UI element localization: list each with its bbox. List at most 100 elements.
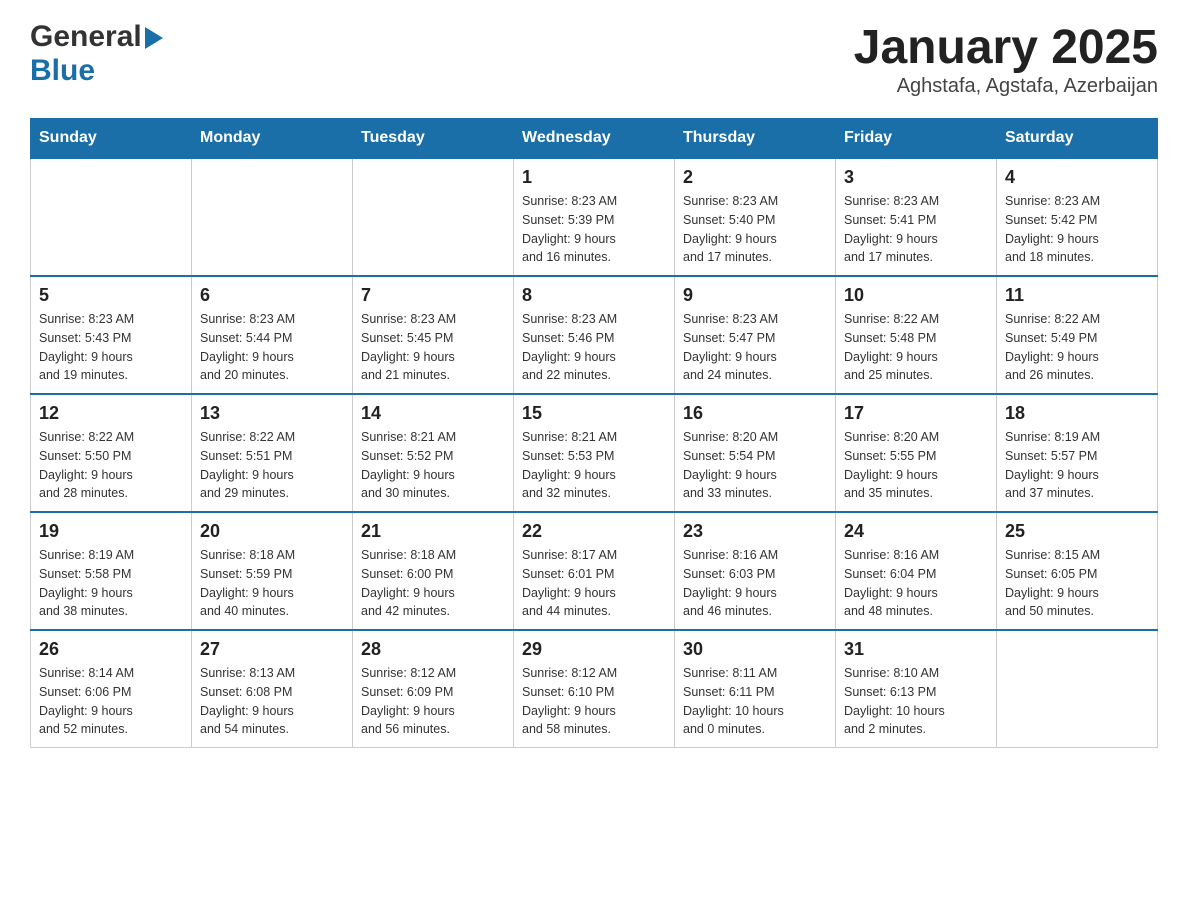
calendar-table: Sunday Monday Tuesday Wednesday Thursday… — [30, 118, 1158, 748]
table-row — [31, 158, 192, 276]
table-row: 18 Sunrise: 8:19 AMSunset: 5:57 PMDayligh… — [997, 394, 1158, 512]
table-row — [353, 158, 514, 276]
table-row: 31 Sunrise: 8:10 AMSunset: 6:13 PMDayligh… — [836, 630, 997, 748]
day-number: 17 — [844, 403, 988, 424]
calendar-week-row: 12 Sunrise: 8:22 AMSunset: 5:50 PMDayligh… — [31, 394, 1158, 512]
day-info: Sunrise: 8:23 AMSunset: 5:43 PMDaylight:… — [39, 310, 183, 385]
col-thursday: Thursday — [675, 119, 836, 159]
table-row: 6 Sunrise: 8:23 AMSunset: 5:44 PMDaylight… — [192, 276, 353, 394]
day-info: Sunrise: 8:18 AMSunset: 6:00 PMDaylight:… — [361, 546, 505, 621]
table-row: 24 Sunrise: 8:16 AMSunset: 6:04 PMDayligh… — [836, 512, 997, 630]
day-info: Sunrise: 8:18 AMSunset: 5:59 PMDaylight:… — [200, 546, 344, 621]
col-tuesday: Tuesday — [353, 119, 514, 159]
day-number: 30 — [683, 639, 827, 660]
table-row: 27 Sunrise: 8:13 AMSunset: 6:08 PMDayligh… — [192, 630, 353, 748]
day-number: 27 — [200, 639, 344, 660]
day-info: Sunrise: 8:21 AMSunset: 5:53 PMDaylight:… — [522, 428, 666, 503]
day-number: 6 — [200, 285, 344, 306]
logo-general-text: General — [30, 20, 142, 54]
day-info: Sunrise: 8:23 AMSunset: 5:42 PMDaylight:… — [1005, 192, 1149, 267]
table-row: 1 Sunrise: 8:23 AMSunset: 5:39 PMDaylight… — [514, 158, 675, 276]
table-row: 25Sunrise: 8:15 AMSunset: 6:05 PMDayligh… — [997, 512, 1158, 630]
day-info: Sunrise: 8:23 AMSunset: 5:45 PMDaylight:… — [361, 310, 505, 385]
logo-blue-text: Blue — [30, 54, 95, 87]
calendar-header-row: Sunday Monday Tuesday Wednesday Thursday… — [31, 119, 1158, 159]
day-number: 12 — [39, 403, 183, 424]
day-number: 1 — [522, 167, 666, 188]
day-info: Sunrise: 8:22 AMSunset: 5:50 PMDaylight:… — [39, 428, 183, 503]
day-number: 31 — [844, 639, 988, 660]
day-info: Sunrise: 8:16 AMSunset: 6:03 PMDaylight:… — [683, 546, 827, 621]
table-row: 26 Sunrise: 8:14 AMSunset: 6:06 PMDayligh… — [31, 630, 192, 748]
day-info: Sunrise: 8:10 AMSunset: 6:13 PMDaylight:… — [844, 664, 988, 739]
day-number: 5 — [39, 285, 183, 306]
day-number: 8 — [522, 285, 666, 306]
day-info: Sunrise: 8:12 AMSunset: 6:09 PMDaylight:… — [361, 664, 505, 739]
table-row: 2 Sunrise: 8:23 AMSunset: 5:40 PMDaylight… — [675, 158, 836, 276]
day-number: 22 — [522, 521, 666, 542]
day-number: 25 — [1005, 521, 1149, 542]
calendar-week-row: 26 Sunrise: 8:14 AMSunset: 6:06 PMDayligh… — [31, 630, 1158, 748]
day-info: Sunrise: 8:13 AMSunset: 6:08 PMDaylight:… — [200, 664, 344, 739]
table-row — [192, 158, 353, 276]
table-row: 15 Sunrise: 8:21 AMSunset: 5:53 PMDayligh… — [514, 394, 675, 512]
table-row: 8 Sunrise: 8:23 AMSunset: 5:46 PMDaylight… — [514, 276, 675, 394]
table-row: 16Sunrise: 8:20 AMSunset: 5:54 PMDayligh… — [675, 394, 836, 512]
day-info: Sunrise: 8:19 AMSunset: 5:57 PMDaylight:… — [1005, 428, 1149, 503]
day-number: 24 — [844, 521, 988, 542]
table-row: 17 Sunrise: 8:20 AMSunset: 5:55 PMDayligh… — [836, 394, 997, 512]
table-row: 10 Sunrise: 8:22 AMSunset: 5:48 PMDayligh… — [836, 276, 997, 394]
title-block: January 2025 Aghstafa, Agstafa, Azerbaij… — [854, 20, 1158, 98]
calendar-week-row: 1 Sunrise: 8:23 AMSunset: 5:39 PMDaylight… — [31, 158, 1158, 276]
day-info: Sunrise: 8:21 AMSunset: 5:52 PMDaylight:… — [361, 428, 505, 503]
table-row: 5 Sunrise: 8:23 AMSunset: 5:43 PMDaylight… — [31, 276, 192, 394]
day-info: Sunrise: 8:23 AMSunset: 5:47 PMDaylight:… — [683, 310, 827, 385]
col-saturday: Saturday — [997, 119, 1158, 159]
day-number: 19 — [39, 521, 183, 542]
day-number: 2 — [683, 167, 827, 188]
day-number: 29 — [522, 639, 666, 660]
day-info: Sunrise: 8:14 AMSunset: 6:06 PMDaylight:… — [39, 664, 183, 739]
day-number: 11 — [1005, 285, 1149, 306]
day-info: Sunrise: 8:16 AMSunset: 6:04 PMDaylight:… — [844, 546, 988, 621]
day-number: 26 — [39, 639, 183, 660]
day-info: Sunrise: 8:23 AMSunset: 5:46 PMDaylight:… — [522, 310, 666, 385]
day-info: Sunrise: 8:23 AMSunset: 5:40 PMDaylight:… — [683, 192, 827, 267]
col-sunday: Sunday — [31, 119, 192, 159]
day-number: 14 — [361, 403, 505, 424]
day-number: 21 — [361, 521, 505, 542]
table-row: 12 Sunrise: 8:22 AMSunset: 5:50 PMDayligh… — [31, 394, 192, 512]
table-row: 9 Sunrise: 8:23 AMSunset: 5:47 PMDaylight… — [675, 276, 836, 394]
page-subtitle: Aghstafa, Agstafa, Azerbaijan — [854, 75, 1158, 98]
table-row: 4Sunrise: 8:23 AMSunset: 5:42 PMDaylight… — [997, 158, 1158, 276]
table-row: 19Sunrise: 8:19 AMSunset: 5:58 PMDayligh… — [31, 512, 192, 630]
day-info: Sunrise: 8:22 AMSunset: 5:48 PMDaylight:… — [844, 310, 988, 385]
day-number: 28 — [361, 639, 505, 660]
day-number: 10 — [844, 285, 988, 306]
day-number: 9 — [683, 285, 827, 306]
calendar-header: Sunday Monday Tuesday Wednesday Thursday… — [31, 119, 1158, 159]
day-number: 20 — [200, 521, 344, 542]
col-wednesday: Wednesday — [514, 119, 675, 159]
day-info: Sunrise: 8:23 AMSunset: 5:44 PMDaylight:… — [200, 310, 344, 385]
calendar-week-row: 19Sunrise: 8:19 AMSunset: 5:58 PMDayligh… — [31, 512, 1158, 630]
day-info: Sunrise: 8:20 AMSunset: 5:55 PMDaylight:… — [844, 428, 988, 503]
day-info: Sunrise: 8:22 AMSunset: 5:49 PMDaylight:… — [1005, 310, 1149, 385]
table-row: 14 Sunrise: 8:21 AMSunset: 5:52 PMDayligh… — [353, 394, 514, 512]
logo: General Blue — [30, 20, 163, 88]
page-title: January 2025 — [854, 20, 1158, 75]
table-row: 20 Sunrise: 8:18 AMSunset: 5:59 PMDayligh… — [192, 512, 353, 630]
page-header: General Blue January 2025 Aghstafa, Agst… — [30, 20, 1158, 98]
day-info: Sunrise: 8:23 AMSunset: 5:39 PMDaylight:… — [522, 192, 666, 267]
table-row — [997, 630, 1158, 748]
table-row: 13Sunrise: 8:22 AMSunset: 5:51 PMDayligh… — [192, 394, 353, 512]
day-number: 3 — [844, 167, 988, 188]
day-info: Sunrise: 8:23 AMSunset: 5:41 PMDaylight:… — [844, 192, 988, 267]
day-number: 18 — [1005, 403, 1149, 424]
table-row: 30 Sunrise: 8:11 AMSunset: 6:11 PMDayligh… — [675, 630, 836, 748]
table-row: 11 Sunrise: 8:22 AMSunset: 5:49 PMDayligh… — [997, 276, 1158, 394]
table-row: 3 Sunrise: 8:23 AMSunset: 5:41 PMDaylight… — [836, 158, 997, 276]
day-info: Sunrise: 8:11 AMSunset: 6:11 PMDaylight:… — [683, 664, 827, 739]
day-number: 15 — [522, 403, 666, 424]
calendar-week-row: 5 Sunrise: 8:23 AMSunset: 5:43 PMDaylight… — [31, 276, 1158, 394]
